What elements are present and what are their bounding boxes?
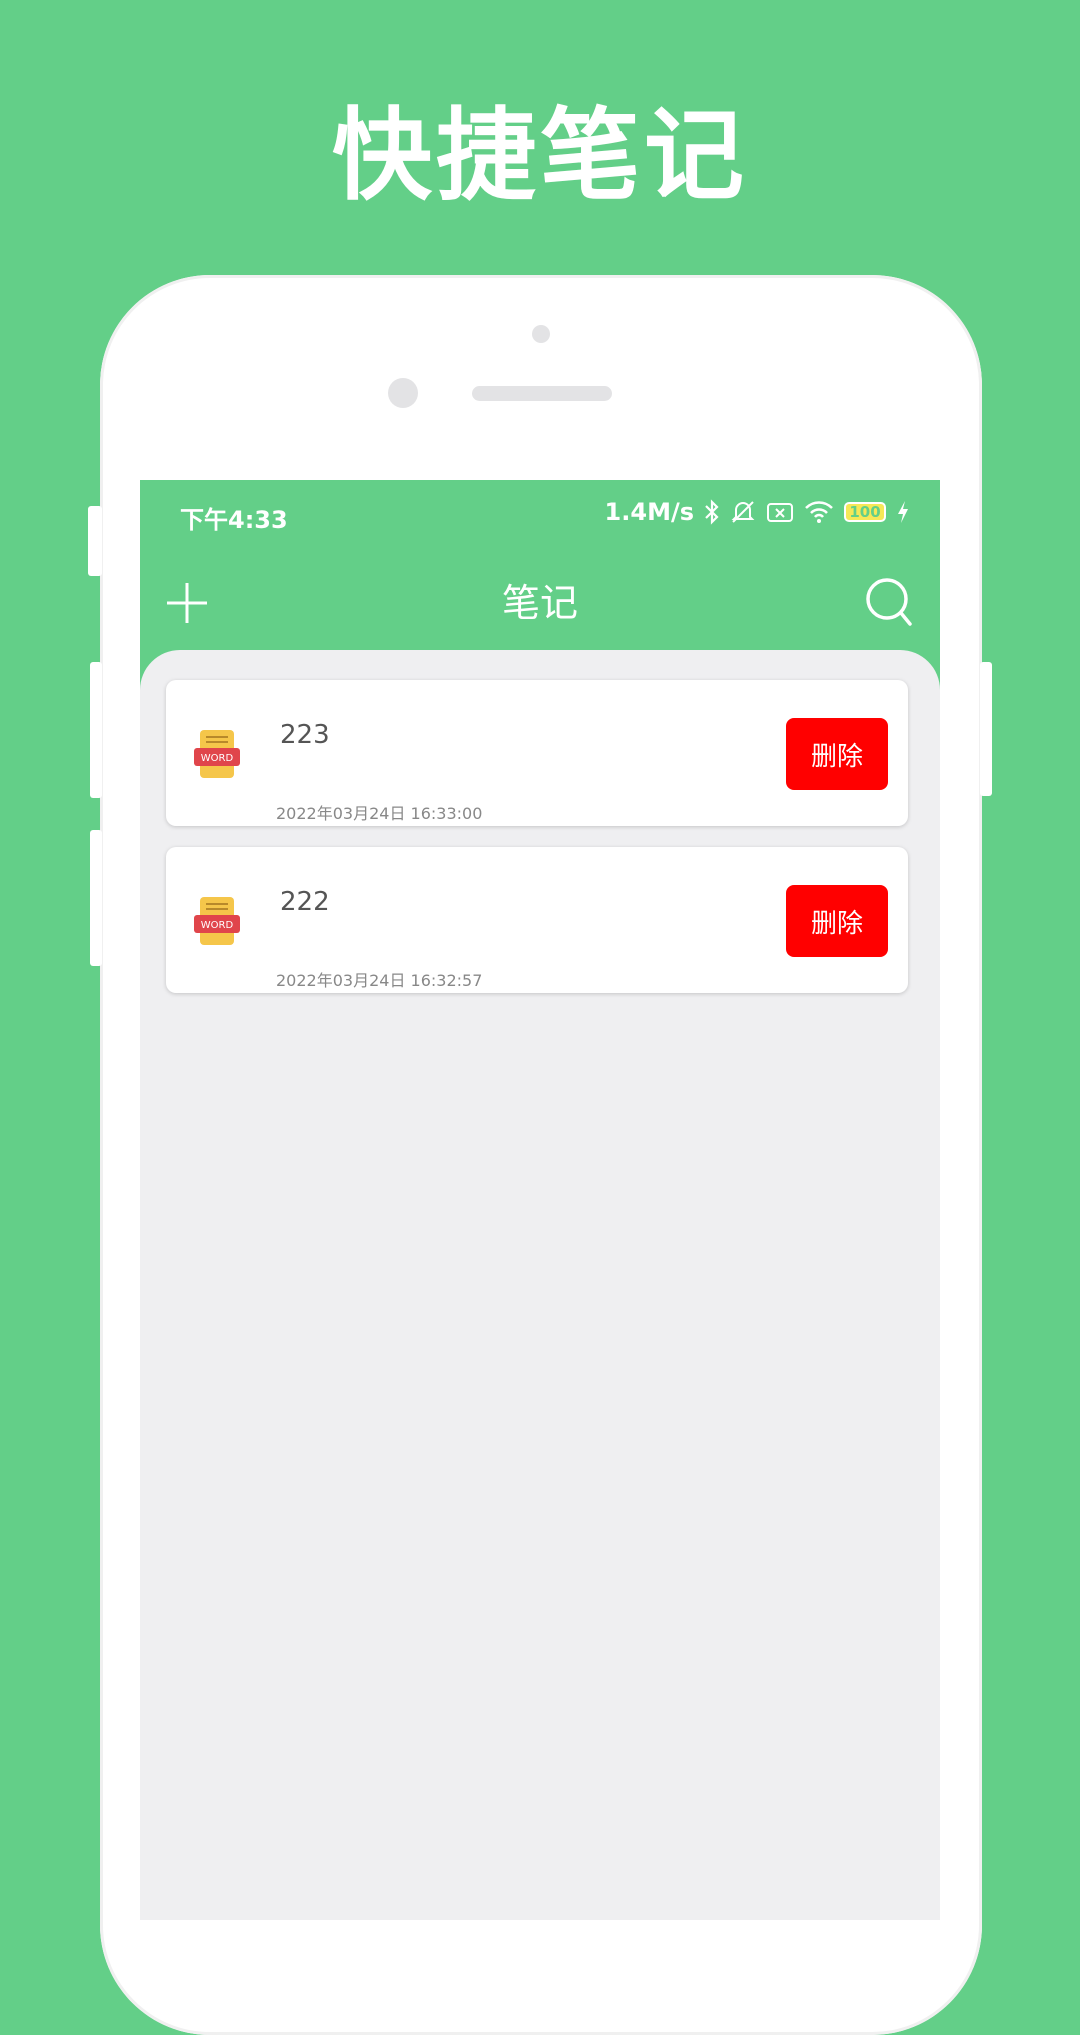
status-icons: 1.4M/s 100 [605,498,910,526]
delete-button[interactable]: 删除 [786,718,888,790]
phone-side-button [90,830,102,966]
note-date: 2022年03月24日 16:33:00 [276,804,483,823]
status-time: 下午4:33 [180,506,288,534]
note-date: 2022年03月24日 16:32:57 [276,971,483,990]
phone-side-button [90,662,102,798]
charging-icon [896,500,910,524]
battery-level: 100 [849,503,881,521]
list-item[interactable]: WORD 222 2022年03月24日 16:32:57 删除 [166,847,908,993]
note-title: 222 [280,887,330,917]
phone-side-button [88,506,102,576]
note-list: WORD 223 2022年03月24日 16:33:00 删除 WORD 22… [140,650,940,1920]
promo-title: 快捷笔记 [332,97,748,214]
word-doc-icon: WORD [192,728,242,780]
sim-icon [766,501,794,523]
app-screen: 下午4:33 1.4M/s 100 笔记 WORD 223 2022年03月24… [140,480,940,1920]
status-bar: 下午4:33 1.4M/s 100 [140,480,940,550]
phone-camera [388,378,418,408]
delete-button[interactable]: 删除 [786,885,888,957]
bluetooth-icon [704,499,720,525]
phone-side-button [980,662,992,796]
word-label: WORD [201,753,234,764]
app-title: 笔记 [501,581,578,625]
wifi-icon [804,500,834,524]
network-speed: 1.4M/s [604,498,694,526]
word-label: WORD [201,920,234,931]
battery-icon: 100 [844,502,886,522]
search-icon[interactable] [864,576,914,628]
phone-speaker [472,386,612,401]
list-item[interactable]: WORD 223 2022年03月24日 16:33:00 删除 [166,680,908,826]
phone-sensor [532,325,550,343]
note-title: 223 [280,720,330,750]
mute-icon [730,499,756,525]
word-doc-icon: WORD [192,895,242,947]
